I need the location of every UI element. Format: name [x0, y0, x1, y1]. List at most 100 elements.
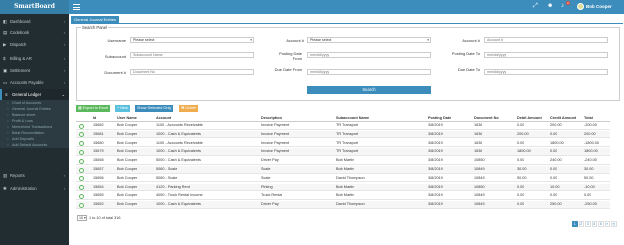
row-select-radio[interactable] [79, 149, 84, 155]
user-icon[interactable]: ☻ [547, 3, 553, 10]
search-panel-legend: Search Panel [81, 24, 109, 30]
cell-id: 15654 [93, 184, 104, 189]
column-header-subaccount[interactable]: Subaccount Name [336, 115, 369, 122]
posting-date-from-input[interactable] [307, 52, 431, 58]
circle-icon: ○ [7, 143, 9, 147]
row-select-radio[interactable] [79, 176, 84, 182]
column-header-document-no[interactable]: Document No [474, 115, 499, 122]
row-select-radio[interactable] [79, 185, 84, 191]
page-button[interactable]: » [604, 221, 610, 227]
column-header-id[interactable]: Id [93, 115, 96, 122]
table-row[interactable]: 15680 Bob Cooper 1100 - Accounts Receivabl… [76, 140, 610, 148]
row-select-radio[interactable] [79, 158, 84, 164]
subaccount-input[interactable] [130, 52, 254, 58]
posting-date-to-input[interactable] [484, 52, 608, 58]
row-select-radio[interactable] [79, 193, 84, 199]
row-select-radio[interactable] [79, 132, 84, 138]
page-button[interactable]: 4 [591, 221, 597, 227]
table-row[interactable]: 15681 Bob Cooper 1000 - Cash & Equivalents… [76, 130, 610, 139]
cell-posting-date: 3/8/2019 [428, 149, 443, 154]
sidebar-item-dispatch[interactable]: ▶ Dispatch ‹ [0, 39, 69, 50]
delete-button[interactable]: ✖ Delete [179, 105, 199, 112]
cell-description: Invoice Payment [261, 123, 290, 127]
due-date-to-input[interactable] [484, 69, 608, 75]
column-header-debit[interactable]: Debit Amount [517, 115, 542, 122]
subaccount-label: Subaccount [104, 54, 126, 59]
new-button[interactable]: + New [115, 105, 130, 112]
page-button[interactable]: 2 [578, 221, 584, 227]
sidebar-item-general-ledger[interactable]: ≡ General Ledger ⌄ [0, 89, 69, 100]
top-navbar: SmartBoard ⤢ ☻ ♪ 2 Bob Cooper [0, 0, 624, 14]
sidebar-item-accounts-payable[interactable]: ▭ Accounts Payable ‹ [0, 77, 69, 88]
table-row[interactable]: 15652 Bob Cooper 1000 - Cash & Equivalents… [76, 201, 610, 209]
cell-total: 1800.00 [584, 149, 598, 154]
username-select[interactable]: Please select [130, 37, 254, 43]
sidebar-sub-default-accounts[interactable]: ○ Add Default Accounts [0, 142, 69, 148]
tab-general-journal[interactable]: General Journal Entries [71, 16, 120, 23]
export-excel-button[interactable]: ▦ Export to Excel [76, 105, 111, 112]
cell-posting-date: 3/8/2019 [428, 175, 443, 180]
cell-subaccount: Bob Martin [336, 158, 355, 163]
cell-account: 1000 - Cash & Equivalents [156, 202, 201, 207]
cell-subaccount: Bob Martin [336, 184, 355, 189]
user-avatar[interactable] [577, 3, 584, 10]
cell-posting-date: 3/8/2019 [428, 123, 443, 127]
page-button[interactable]: 1 [572, 221, 578, 227]
column-header-description[interactable]: Description [261, 115, 282, 122]
column-header-posting-date[interactable]: Posting Date [428, 115, 451, 122]
table-row[interactable]: 15679 Bob Cooper 1000 - Cash & Equivalents… [76, 148, 610, 157]
sidebar-item-reports[interactable]: ▥ Reports ‹ [0, 170, 69, 181]
cell-total: -200.00 [584, 123, 597, 127]
table-row[interactable]: 15658 Bob Cooper 5000 - Cash & Equivalents… [76, 157, 610, 165]
page-button[interactable]: 3 [585, 221, 591, 227]
page-button[interactable]: »| [611, 221, 617, 227]
chevron-left-icon: ‹ [63, 186, 65, 191]
column-header-credit[interactable]: Credit Amount [550, 115, 576, 122]
column-header-user-name[interactable]: User Name [117, 115, 137, 122]
show-selected-button[interactable]: Show Selected Only [135, 105, 174, 112]
row-select-radio[interactable] [79, 202, 84, 208]
cell-description: Driver Pay [261, 158, 279, 163]
cell-total: 200.00 [584, 131, 596, 136]
sidebar-item-settlement[interactable]: ▣ Settlement ‹ [0, 65, 69, 76]
row-select-radio[interactable] [79, 141, 84, 147]
page-size-select[interactable]: 10 ▾ [77, 215, 87, 221]
table-row[interactable]: 15654 Bob Cooper 4120 - Parking Rent Pirkin… [76, 183, 610, 192]
column-header-total[interactable]: Total [584, 115, 593, 122]
column-header-account[interactable]: Account [156, 115, 171, 122]
table-row[interactable]: 15682 Bob Cooper 1100 - Accounts Receivabl… [76, 122, 610, 130]
cell-credit: 0.00 [550, 193, 558, 198]
table-row[interactable]: 15657 Bob Cooper 5060 - Scale Scale Bob Mart… [76, 166, 610, 174]
cell-description: Pirking [261, 184, 273, 189]
account-number-input[interactable] [484, 37, 608, 43]
cell-account: 1000 - Cash & Equivalents [156, 149, 201, 154]
table-row[interactable]: 15656 Bob Cooper 5060 - Scale Scale David Th… [76, 175, 610, 183]
table-header-row: Id User Name Account Description Subaccount … [76, 115, 610, 122]
user-name[interactable]: Bob Cooper [586, 4, 612, 9]
sidebar-item-administration[interactable]: ✱ Administration ‹ [0, 183, 69, 194]
sidebar-toggle-icon[interactable] [73, 4, 80, 10]
cell-document-no: 10849 [474, 193, 485, 198]
cell-total: -1800.00 [584, 140, 599, 145]
cell-id: 15652 [93, 202, 104, 207]
cell-total: -240.00 [584, 158, 597, 163]
sidebar-item-codebook[interactable]: ▤ Codebook ‹ [0, 27, 69, 38]
bell-icon[interactable]: ♪ [561, 3, 564, 10]
cell-user-name: Bob Cooper [117, 193, 138, 198]
expand-icon[interactable]: ⤢ [533, 3, 538, 10]
row-select-radio[interactable] [79, 123, 84, 129]
page-button[interactable]: 5 [598, 221, 604, 227]
search-button[interactable]: Search [307, 86, 431, 94]
cell-debit: 0.00 [517, 202, 525, 207]
due-date-from-input[interactable] [307, 69, 431, 75]
sidebar-item-dashboard[interactable]: ◧ Dashboard ‹ [0, 16, 69, 27]
sidebar-item-billing[interactable]: $ Billing & AR ‹ [0, 53, 69, 64]
cell-id: 15658 [93, 158, 104, 163]
row-select-radio[interactable] [79, 167, 84, 173]
cell-document-no: 1636 [474, 140, 483, 145]
table-row[interactable]: 15655 Bob Cooper 4050 - Truck Rental Incom… [76, 192, 610, 201]
app-logo[interactable]: SmartBoard [0, 0, 69, 14]
cell-user-name: Bob Cooper [117, 158, 138, 163]
account-select[interactable]: Please select [307, 37, 431, 43]
document-input[interactable] [130, 69, 254, 75]
